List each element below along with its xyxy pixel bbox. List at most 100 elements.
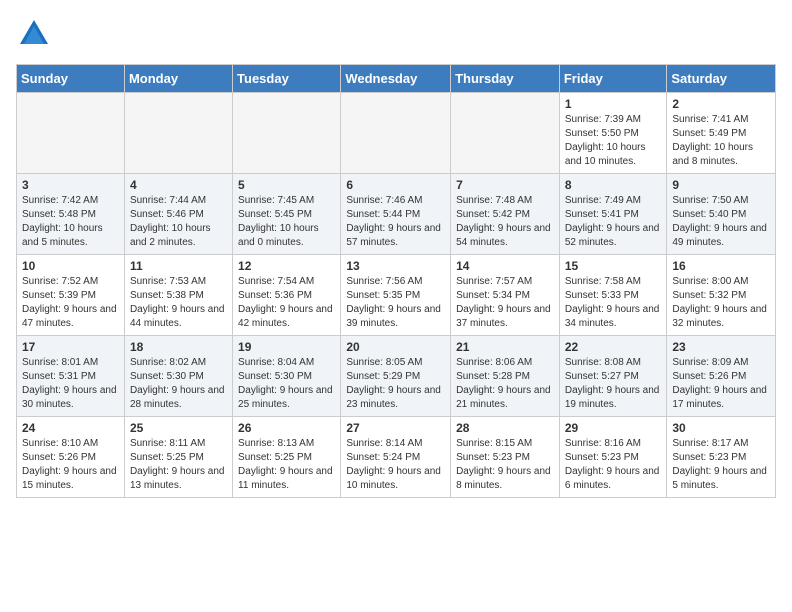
day-info: Sunrise: 7:48 AM Sunset: 5:42 PM Dayligh… — [456, 194, 554, 250]
day-info: Sunrise: 8:08 AM Sunset: 5:27 PM Dayligh… — [565, 356, 662, 412]
calendar-cell: 27 Sunrise: 8:14 AM Sunset: 5:24 PM Dayli… — [341, 417, 451, 498]
day-info: Sunrise: 7:57 AM Sunset: 5:34 PM Dayligh… — [456, 275, 554, 331]
calendar-cell: 1Sunrise: 7:39 AM Sunset: 5:50 PM Daylig… — [559, 93, 667, 174]
day-number: 8 — [565, 178, 662, 192]
calendar-cell: 11Sunrise: 7:53 AM Sunset: 5:38 PM Dayli… — [124, 255, 232, 336]
col-header-sunday: Sunday — [17, 65, 125, 93]
day-info: Sunrise: 7:42 AM Sunset: 5:48 PM Dayligh… — [22, 194, 119, 250]
day-number: 23 — [672, 340, 770, 354]
day-info: Sunrise: 7:45 AM Sunset: 5:45 PM Dayligh… — [238, 194, 335, 250]
day-number: 27 — [346, 421, 445, 435]
calendar-cell: 6 Sunrise: 7:46 AM Sunset: 5:44 PM Daylig… — [341, 174, 451, 255]
col-header-tuesday: Tuesday — [233, 65, 341, 93]
calendar-cell: 14 Sunrise: 7:57 AM Sunset: 5:34 PM Dayli… — [451, 255, 560, 336]
day-number: 6 — [346, 178, 445, 192]
calendar-week-row: 3 Sunrise: 7:42 AM Sunset: 5:48 PM Daylig… — [17, 174, 776, 255]
calendar-week-row: 24 Sunrise: 8:10 AM Sunset: 5:26 PM Dayli… — [17, 417, 776, 498]
day-info: Sunrise: 8:04 AM Sunset: 5:30 PM Dayligh… — [238, 356, 335, 412]
calendar-cell: 30 Sunrise: 8:17 AM Sunset: 5:23 PM Dayli… — [667, 417, 776, 498]
calendar-cell: 15 Sunrise: 7:58 AM Sunset: 5:33 PM Dayli… — [559, 255, 667, 336]
day-number: 16 — [672, 259, 770, 273]
col-header-saturday: Saturday — [667, 65, 776, 93]
calendar-cell: 13 Sunrise: 7:56 AM Sunset: 5:35 PM Dayli… — [341, 255, 451, 336]
day-number: 5 — [238, 178, 335, 192]
day-number: 7 — [456, 178, 554, 192]
calendar-cell — [233, 93, 341, 174]
day-number: 24 — [22, 421, 119, 435]
day-number: 29 — [565, 421, 662, 435]
day-number: 14 — [456, 259, 554, 273]
day-number: 4 — [130, 178, 227, 192]
day-number: 22 — [565, 340, 662, 354]
day-number: 25 — [130, 421, 227, 435]
day-info: Sunrise: 8:13 AM Sunset: 5:25 PM Dayligh… — [238, 437, 335, 493]
day-info: Sunrise: 8:16 AM Sunset: 5:23 PM Dayligh… — [565, 437, 662, 493]
day-number: 30 — [672, 421, 770, 435]
calendar-week-row: 17Sunrise: 8:01 AM Sunset: 5:31 PM Dayli… — [17, 336, 776, 417]
col-header-thursday: Thursday — [451, 65, 560, 93]
calendar-cell: 18 Sunrise: 8:02 AM Sunset: 5:30 PM Dayli… — [124, 336, 232, 417]
day-number: 21 — [456, 340, 554, 354]
calendar-cell: 4 Sunrise: 7:44 AM Sunset: 5:46 PM Daylig… — [124, 174, 232, 255]
calendar-cell: 19 Sunrise: 8:04 AM Sunset: 5:30 PM Dayli… — [233, 336, 341, 417]
day-number: 3 — [22, 178, 119, 192]
calendar-cell: 2Sunrise: 7:41 AM Sunset: 5:49 PM Daylig… — [667, 93, 776, 174]
day-info: Sunrise: 7:54 AM Sunset: 5:36 PM Dayligh… — [238, 275, 335, 331]
calendar-cell: 9Sunrise: 7:50 AM Sunset: 5:40 PM Daylig… — [667, 174, 776, 255]
calendar-week-row: 10 Sunrise: 7:52 AM Sunset: 5:39 PM Dayli… — [17, 255, 776, 336]
calendar-cell: 8 Sunrise: 7:49 AM Sunset: 5:41 PM Daylig… — [559, 174, 667, 255]
day-info: Sunrise: 7:58 AM Sunset: 5:33 PM Dayligh… — [565, 275, 662, 331]
calendar-cell: 10 Sunrise: 7:52 AM Sunset: 5:39 PM Dayli… — [17, 255, 125, 336]
day-number: 20 — [346, 340, 445, 354]
calendar-cell: 22 Sunrise: 8:08 AM Sunset: 5:27 PM Dayli… — [559, 336, 667, 417]
calendar-cell: 12 Sunrise: 7:54 AM Sunset: 5:36 PM Dayli… — [233, 255, 341, 336]
day-info: Sunrise: 7:44 AM Sunset: 5:46 PM Dayligh… — [130, 194, 227, 250]
calendar-cell: 26 Sunrise: 8:13 AM Sunset: 5:25 PM Dayli… — [233, 417, 341, 498]
calendar-cell — [124, 93, 232, 174]
day-number: 15 — [565, 259, 662, 273]
day-info: Sunrise: 8:00 AM Sunset: 5:32 PM Dayligh… — [672, 275, 770, 331]
calendar-cell: 17Sunrise: 8:01 AM Sunset: 5:31 PM Dayli… — [17, 336, 125, 417]
calendar-cell: 23 Sunrise: 8:09 AM Sunset: 5:26 PM Dayli… — [667, 336, 776, 417]
logo — [16, 16, 56, 52]
calendar-cell: 20 Sunrise: 8:05 AM Sunset: 5:29 PM Dayli… — [341, 336, 451, 417]
calendar-cell: 24 Sunrise: 8:10 AM Sunset: 5:26 PM Dayli… — [17, 417, 125, 498]
day-info: Sunrise: 8:15 AM Sunset: 5:23 PM Dayligh… — [456, 437, 554, 493]
day-number: 18 — [130, 340, 227, 354]
day-info: Sunrise: 8:11 AM Sunset: 5:25 PM Dayligh… — [130, 437, 227, 493]
day-info: Sunrise: 8:06 AM Sunset: 5:28 PM Dayligh… — [456, 356, 554, 412]
day-info: Sunrise: 8:05 AM Sunset: 5:29 PM Dayligh… — [346, 356, 445, 412]
day-info: Sunrise: 7:56 AM Sunset: 5:35 PM Dayligh… — [346, 275, 445, 331]
day-info: Sunrise: 7:39 AM Sunset: 5:50 PM Dayligh… — [565, 113, 662, 169]
day-number: 19 — [238, 340, 335, 354]
day-number: 28 — [456, 421, 554, 435]
calendar-cell: 21 Sunrise: 8:06 AM Sunset: 5:28 PM Dayli… — [451, 336, 560, 417]
day-info: Sunrise: 7:52 AM Sunset: 5:39 PM Dayligh… — [22, 275, 119, 331]
calendar-table: SundayMondayTuesdayWednesdayThursdayFrid… — [16, 64, 776, 498]
col-header-friday: Friday — [559, 65, 667, 93]
day-info: Sunrise: 8:09 AM Sunset: 5:26 PM Dayligh… — [672, 356, 770, 412]
day-number: 12 — [238, 259, 335, 273]
day-number: 10 — [22, 259, 119, 273]
col-header-wednesday: Wednesday — [341, 65, 451, 93]
day-number: 11 — [130, 259, 227, 273]
calendar-cell: 28 Sunrise: 8:15 AM Sunset: 5:23 PM Dayli… — [451, 417, 560, 498]
calendar-cell: 7 Sunrise: 7:48 AM Sunset: 5:42 PM Daylig… — [451, 174, 560, 255]
day-info: Sunrise: 8:02 AM Sunset: 5:30 PM Dayligh… — [130, 356, 227, 412]
calendar-cell: 3 Sunrise: 7:42 AM Sunset: 5:48 PM Daylig… — [17, 174, 125, 255]
day-number: 26 — [238, 421, 335, 435]
day-info: Sunrise: 7:50 AM Sunset: 5:40 PM Dayligh… — [672, 194, 770, 250]
day-info: Sunrise: 8:14 AM Sunset: 5:24 PM Dayligh… — [346, 437, 445, 493]
calendar-week-row: 1Sunrise: 7:39 AM Sunset: 5:50 PM Daylig… — [17, 93, 776, 174]
calendar-cell: 5 Sunrise: 7:45 AM Sunset: 5:45 PM Daylig… — [233, 174, 341, 255]
day-info: Sunrise: 7:46 AM Sunset: 5:44 PM Dayligh… — [346, 194, 445, 250]
calendar-cell — [17, 93, 125, 174]
day-number: 13 — [346, 259, 445, 273]
calendar-cell: 16 Sunrise: 8:00 AM Sunset: 5:32 PM Dayli… — [667, 255, 776, 336]
calendar-cell: 25 Sunrise: 8:11 AM Sunset: 5:25 PM Dayli… — [124, 417, 232, 498]
day-info: Sunrise: 7:41 AM Sunset: 5:49 PM Dayligh… — [672, 113, 770, 169]
day-info: Sunrise: 7:49 AM Sunset: 5:41 PM Dayligh… — [565, 194, 662, 250]
day-info: Sunrise: 8:17 AM Sunset: 5:23 PM Dayligh… — [672, 437, 770, 493]
day-info: Sunrise: 8:10 AM Sunset: 5:26 PM Dayligh… — [22, 437, 119, 493]
calendar-cell: 29 Sunrise: 8:16 AM Sunset: 5:23 PM Dayli… — [559, 417, 667, 498]
